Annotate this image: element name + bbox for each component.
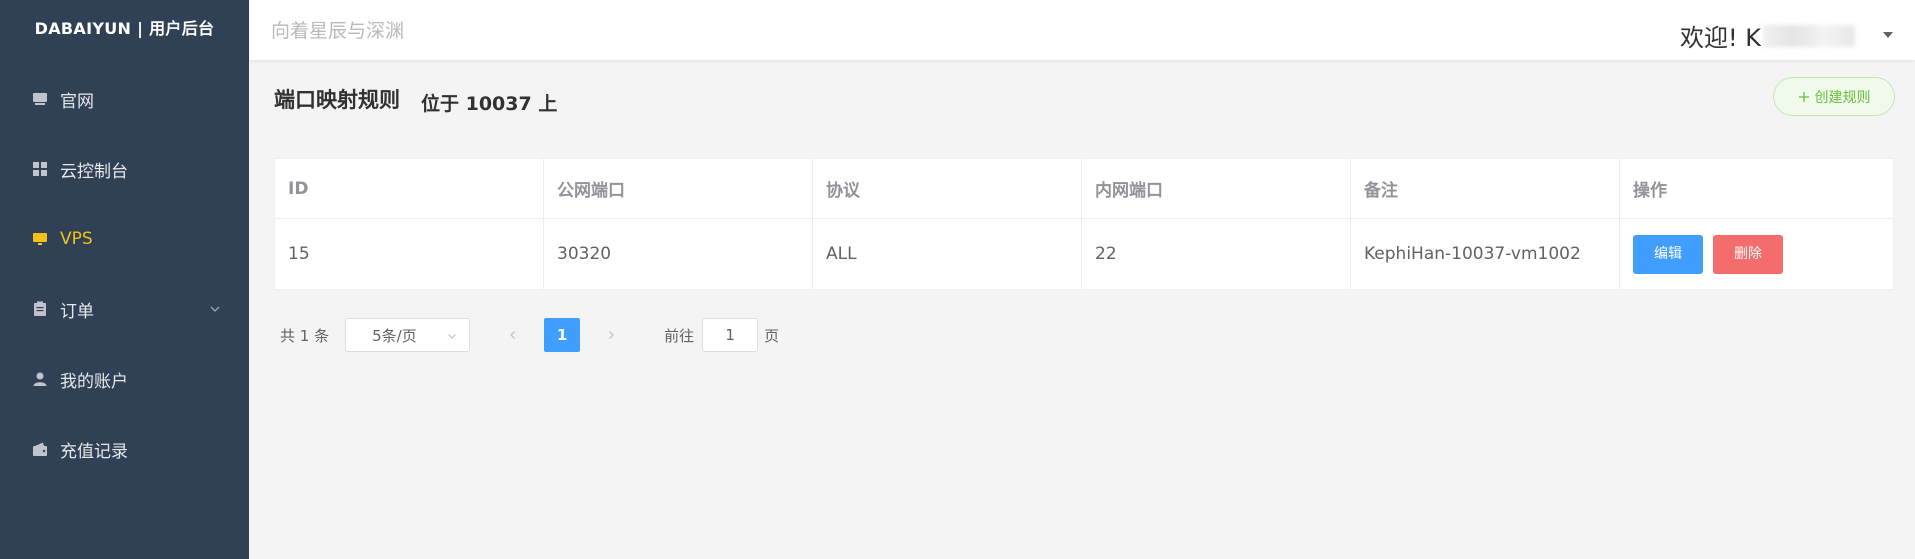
cell-internal-port: 22 <box>1081 218 1351 290</box>
screen-icon <box>30 229 50 249</box>
redacted-username <box>1763 24 1855 47</box>
column-header-id: ID <box>274 158 544 219</box>
column-header-note: 备注 <box>1350 158 1620 219</box>
page-size-value: 5条/页 <box>372 326 417 345</box>
cell-protocol: ALL <box>812 218 1082 290</box>
chevron-down-icon <box>210 306 220 312</box>
sidebar: DABAIYUN | 用户后台 官网 云控制台 VPS 订单 我的账户 充值记录 <box>0 0 249 559</box>
goto-label: 前往 <box>664 326 695 345</box>
cell-public-port: 30320 <box>543 218 813 290</box>
column-header-internal-port: 内网端口 <box>1081 158 1351 219</box>
header-slogan: 向着星辰与深渊 <box>271 20 405 42</box>
column-header-protocol: 协议 <box>812 158 1082 219</box>
sidebar-item-orders[interactable]: 订单 <box>0 274 249 344</box>
cell-id: 15 <box>274 218 544 290</box>
chevron-left-icon <box>510 331 516 339</box>
port-mapping-table: ID 公网端口 协议 内网端口 备注 操作 15 30320 ALL 22 Ke… <box>274 158 1894 290</box>
column-header-actions: 操作 <box>1619 158 1894 219</box>
cell-actions: 编辑 删除 <box>1619 218 1894 290</box>
wallet-icon <box>30 439 50 459</box>
delete-button[interactable]: 删除 <box>1713 234 1783 274</box>
user-menu[interactable]: 欢迎! K <box>1680 18 1855 53</box>
pagination: 共 1 条 5条/页 1 前往 1 页 <box>280 318 779 352</box>
caret-down-icon[interactable] <box>1883 32 1893 38</box>
sidebar-item-label: 我的账户 <box>60 371 128 392</box>
sidebar-item-recharge-history[interactable]: 充值记录 <box>0 414 249 484</box>
prev-page-button[interactable] <box>496 318 531 352</box>
sidebar-item-label: VPS <box>60 229 93 249</box>
sidebar-item-vps[interactable]: VPS <box>0 204 249 274</box>
sidebar-item-website[interactable]: 官网 <box>0 64 249 134</box>
sidebar-item-cloud-console[interactable]: 云控制台 <box>0 134 249 204</box>
total-count: 共 1 条 <box>280 326 330 345</box>
grid-icon <box>30 159 50 179</box>
plus-icon <box>1798 91 1809 102</box>
column-header-public-port: 公网端口 <box>543 158 813 219</box>
page-subtitle: 位于 10037 上 <box>421 93 558 115</box>
create-rule-button[interactable]: 创建规则 <box>1773 77 1895 116</box>
user-icon <box>30 369 50 389</box>
sidebar-item-account[interactable]: 我的账户 <box>0 344 249 414</box>
create-rule-label: 创建规则 <box>1814 89 1871 106</box>
page-size-select[interactable]: 5条/页 <box>345 318 471 352</box>
welcome-text: 欢迎! K <box>1680 24 1761 52</box>
page-number-current[interactable]: 1 <box>544 318 581 352</box>
top-header: 向着星辰与深渊 欢迎! K <box>249 0 1915 60</box>
cell-note: KephiHan-10037-vm1002 <box>1350 218 1620 290</box>
sidebar-item-label: 云控制台 <box>60 161 128 182</box>
goto-page-input[interactable]: 1 <box>702 318 759 352</box>
page-suffix: 页 <box>764 326 780 345</box>
brand-title: DABAIYUN | 用户后台 <box>34 19 215 38</box>
sidebar-item-label: 订单 <box>60 301 94 322</box>
chevron-down-icon <box>448 334 457 339</box>
next-page-button[interactable] <box>594 318 629 352</box>
sidebar-menu: 官网 云控制台 VPS 订单 我的账户 充值记录 <box>0 64 249 484</box>
table-row: 15 30320 ALL 22 KephiHan-10037-vm1002 编辑… <box>274 218 1894 290</box>
sidebar-item-label: 充值记录 <box>60 441 128 462</box>
monitor-icon <box>30 89 50 109</box>
edit-button[interactable]: 编辑 <box>1633 234 1703 274</box>
table-header-row: ID 公网端口 协议 内网端口 备注 操作 <box>274 158 1894 219</box>
clipboard-icon <box>30 299 50 319</box>
sidebar-item-label: 官网 <box>60 91 94 112</box>
chevron-right-icon <box>609 331 615 339</box>
page-title: 端口映射规则 <box>274 88 400 112</box>
